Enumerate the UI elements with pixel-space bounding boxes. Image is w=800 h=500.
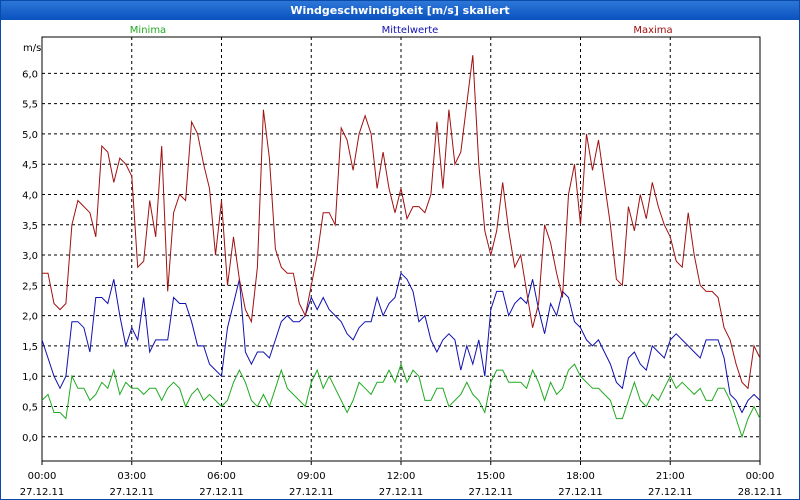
x-tick-date: 27.12.11 — [109, 487, 154, 498]
window-title: Windgeschwindigkeit [m/s] skaliert — [290, 4, 510, 17]
y-tick-label: 6,0 — [22, 69, 38, 80]
y-tick-label: 5,5 — [22, 100, 38, 111]
x-tick-time: 18:00 — [566, 471, 595, 482]
legend-mittelwerte: Mittelwerte — [382, 25, 439, 36]
y-tick-label: 4,0 — [22, 190, 38, 201]
y-tick-label: 2,5 — [22, 281, 38, 292]
x-tick-time: 00:00 — [746, 471, 775, 482]
x-tick-time: 09:00 — [297, 471, 326, 482]
y-tick-label: 2,0 — [22, 312, 38, 323]
y-tick-label: 0,5 — [22, 402, 38, 413]
x-tick-time: 21:00 — [656, 471, 685, 482]
x-tick-date: 27.12.11 — [289, 487, 334, 498]
x-tick-time: 03:00 — [117, 471, 146, 482]
legend-maxima: Maxima — [633, 25, 672, 36]
x-tick-date: 27.12.11 — [558, 487, 603, 498]
x-tick-time: 12:00 — [387, 471, 416, 482]
x-tick-date: 27.12.11 — [199, 487, 244, 498]
y-tick-label: 0,0 — [22, 433, 38, 444]
y-axis-label: m/s — [23, 43, 41, 54]
y-tick-label: 1,5 — [22, 342, 38, 353]
x-tick-date: 27.12.11 — [468, 487, 513, 498]
x-tick-time: 15:00 — [476, 471, 505, 482]
y-tick-label: 3,0 — [22, 251, 38, 262]
y-tick-label: 3,5 — [22, 221, 38, 232]
x-tick-date: 27.12.11 — [648, 487, 693, 498]
x-tick-date: 27.12.11 — [20, 487, 65, 498]
legend-minima: Minima — [130, 25, 166, 36]
x-tick-date: 28.12.11 — [738, 487, 783, 498]
y-tick-label: 1,0 — [22, 372, 38, 383]
x-tick-date: 27.12.11 — [379, 487, 424, 498]
title-bar: Windgeschwindigkeit [m/s] skaliert — [1, 1, 799, 20]
y-tick-label: 5,0 — [22, 130, 38, 141]
wind-speed-chart: 0,0 0,5 1,0 1,5 2,0 2,5 3,0 3,5 4,0 4,5 5,0 5,5 6,0 m… — [20, 25, 783, 498]
y-tick-label: 4,5 — [22, 160, 38, 171]
chart-window: Windgeschwindigkeit [m/s] skaliert 0,0 0,… — [0, 0, 800, 500]
x-tick-time: 06:00 — [207, 471, 236, 482]
x-tick-time: 00:00 — [28, 471, 57, 482]
